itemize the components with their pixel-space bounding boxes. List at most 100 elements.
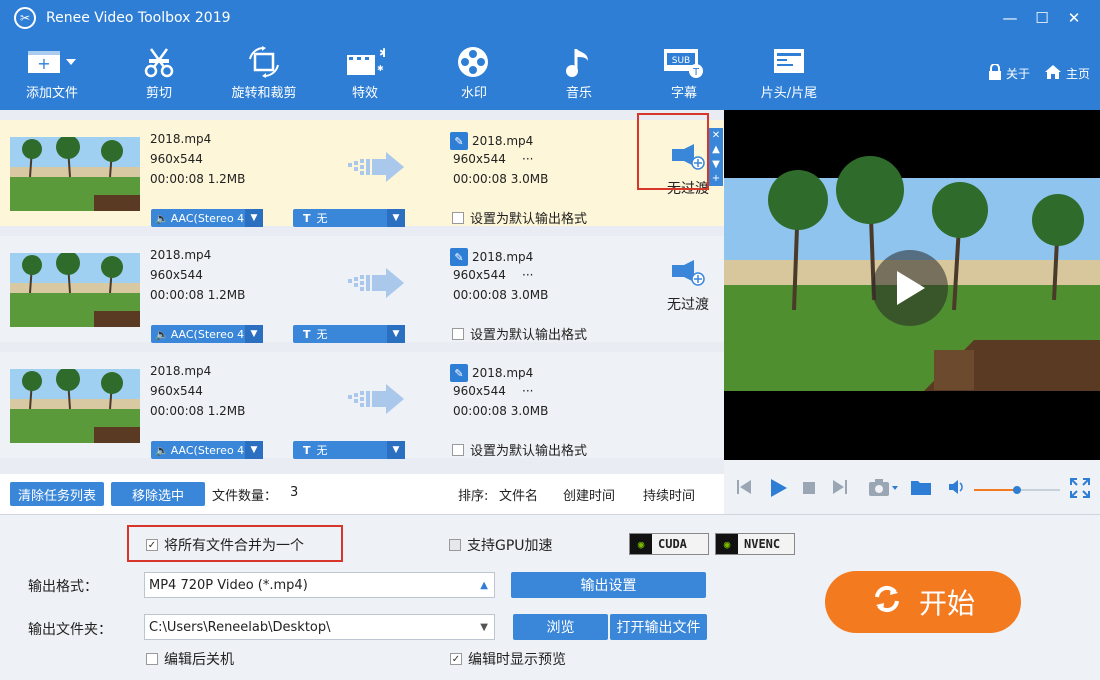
file-row[interactable]: 2018.mp4 960x544 00:00:08 1.2MB ✎ 2018.m…	[0, 236, 724, 343]
subtitle-dropdown[interactable]: T 无 ▼	[293, 441, 405, 459]
music-icon	[564, 44, 594, 80]
toolbar-label: 水印	[460, 86, 487, 101]
toolbar-intro-outro[interactable]: 片头/片尾	[741, 44, 837, 106]
open-output-folder-button[interactable]: 打开输出文件	[610, 614, 707, 640]
add-icon[interactable]: +	[712, 173, 720, 184]
output-format-select[interactable]: MP4 720P Video (*.mp4) ▲	[144, 572, 495, 598]
volume-slider[interactable]	[974, 486, 1060, 494]
output-filename[interactable]: ✎ 2018.mp4	[450, 364, 533, 382]
output-more-button[interactable]: ···	[522, 268, 533, 282]
maximize-button[interactable]: ☐	[1026, 0, 1058, 36]
player-controls	[724, 460, 1100, 514]
video-thumbnail[interactable]	[10, 137, 140, 211]
remove-icon[interactable]: ✕	[712, 130, 720, 141]
video-preview[interactable]	[724, 110, 1100, 460]
output-more-button[interactable]: ···	[522, 152, 533, 166]
output-resolution: 960x544	[453, 152, 506, 166]
fullscreen-icon[interactable]	[1070, 478, 1090, 498]
remove-selected-button[interactable]: 移除选中	[111, 482, 205, 506]
volume-icon[interactable]	[948, 478, 966, 496]
sort-by-duration[interactable]: 持续时间	[643, 485, 695, 504]
input-duration-size: 00:00:08 1.2MB	[150, 288, 246, 302]
edit-icon[interactable]: ✎	[450, 364, 468, 382]
toolbar-music[interactable]: 音乐	[531, 44, 627, 106]
shutdown-after-edit-checkbox[interactable]: 编辑后关机	[146, 649, 234, 669]
output-format-label: 输出格式：	[28, 579, 98, 595]
checkbox[interactable]	[452, 211, 464, 224]
merge-files-checkbox[interactable]: ✓ 将所有文件合并为一个	[146, 535, 304, 555]
camera-icon[interactable]	[868, 478, 900, 498]
toolbar-add-file[interactable]: + 添加文件	[4, 44, 100, 106]
toolbar-rotate-crop[interactable]: 旋转和裁剪	[216, 44, 312, 106]
toolbar-watermark[interactable]: 水印	[426, 44, 522, 106]
checkbox[interactable]	[452, 327, 464, 340]
toolbar: + 添加文件 剪切 旋转和裁剪 ✱ ✱ 特效 水印 音乐 SUB T 字幕 片头…	[0, 36, 1100, 110]
checkbox[interactable]	[146, 653, 158, 665]
audio-track-dropdown[interactable]: 🔈 AAC(Stereo 4 ▼	[151, 441, 263, 459]
audio-track-dropdown[interactable]: 🔈 AAC(Stereo 4 ▼	[151, 209, 263, 227]
subtitle-dropdown[interactable]: T 无 ▼	[293, 325, 405, 343]
toolbar-label: 片头/片尾	[760, 86, 818, 101]
video-thumbnail[interactable]	[10, 369, 140, 443]
transition-label: 无过渡	[667, 297, 709, 313]
clear-list-button[interactable]: 清除任务列表	[10, 482, 104, 506]
browse-button[interactable]: 浏览	[513, 614, 608, 640]
file-row[interactable]: 2018.mp4 960x544 00:00:08 1.2MB ✎ 2018.m…	[0, 120, 724, 227]
refresh-icon	[871, 583, 903, 622]
folder-icon[interactable]	[910, 478, 932, 496]
output-more-button[interactable]: ···	[522, 384, 533, 398]
toolbar-subtitle[interactable]: SUB T 字幕	[636, 44, 732, 106]
convert-arrow-icon	[348, 150, 406, 188]
set-default-format-checkbox[interactable]: 设置为默认输出格式	[452, 324, 587, 343]
show-preview-checkbox[interactable]: ✓ 编辑时显示预览	[450, 649, 566, 669]
checkbox[interactable]	[452, 443, 464, 456]
set-default-format-checkbox[interactable]: 设置为默认输出格式	[452, 440, 587, 459]
checkbox[interactable]	[449, 539, 461, 551]
checkbox-checked[interactable]: ✓	[450, 653, 462, 665]
file-row[interactable]: 2018.mp4 960x544 00:00:08 1.2MB ✎ 2018.m…	[0, 352, 724, 459]
audio-track-dropdown[interactable]: 🔈 AAC(Stereo 4 ▼	[151, 325, 263, 343]
checkbox-checked[interactable]: ✓	[146, 539, 158, 551]
lock-icon	[988, 63, 1002, 83]
output-settings-button[interactable]: 输出设置	[511, 572, 706, 598]
output-folder-input[interactable]: C:\Users\Reneelab\Desktop\ ▼	[144, 614, 495, 640]
play-overlay-icon[interactable]	[872, 250, 948, 326]
start-label: 开始	[918, 587, 975, 620]
output-filename[interactable]: ✎ 2018.mp4	[450, 132, 533, 150]
text-icon: T	[303, 443, 311, 457]
annotation-box-transition	[637, 113, 709, 190]
chevron-down-icon: ▼	[245, 209, 263, 227]
minimize-button[interactable]: —	[994, 0, 1026, 36]
close-button[interactable]: ✕	[1058, 0, 1090, 36]
move-down-icon[interactable]: ▼	[712, 159, 720, 170]
toolbar-cut[interactable]: 剪切	[111, 44, 207, 106]
skip-back-icon[interactable]	[736, 478, 752, 496]
edit-icon[interactable]: ✎	[450, 248, 468, 266]
start-button[interactable]: 开始	[825, 571, 1021, 633]
output-duration-size: 00:00:08 3.0MB	[453, 172, 549, 186]
video-thumbnail[interactable]	[10, 253, 140, 327]
effects-icon: ✱ ✱	[345, 44, 385, 80]
toolbar-effects[interactable]: ✱ ✱ 特效	[317, 44, 413, 106]
output-filename[interactable]: ✎ 2018.mp4	[450, 248, 533, 266]
chevron-down-icon: ▼	[387, 209, 405, 227]
gpu-acceleration-checkbox[interactable]: 支持GPU加速	[449, 535, 553, 555]
transition-control[interactable]: 无过渡	[660, 252, 716, 314]
file-count: 3	[290, 485, 299, 500]
toolbar-label: 剪切	[145, 86, 172, 101]
play-icon[interactable]	[768, 478, 788, 498]
set-default-format-checkbox[interactable]: 设置为默认输出格式	[452, 208, 587, 227]
chevron-up-icon: ▲	[480, 580, 488, 591]
nvidia-icon: ◉	[630, 534, 652, 554]
subtitle-dropdown[interactable]: T 无 ▼	[293, 209, 405, 227]
edit-icon[interactable]: ✎	[450, 132, 468, 150]
home-button[interactable]: 主页	[1044, 64, 1090, 83]
skip-forward-icon[interactable]	[832, 478, 848, 496]
stop-icon[interactable]	[802, 481, 816, 495]
rotate-crop-icon	[246, 44, 282, 80]
about-button[interactable]: 关于	[988, 63, 1030, 83]
sort-by-created[interactable]: 创建时间	[563, 485, 615, 504]
sort-by-name[interactable]: 文件名	[499, 485, 538, 504]
home-icon	[1044, 64, 1062, 83]
move-up-icon[interactable]: ▲	[712, 144, 720, 155]
